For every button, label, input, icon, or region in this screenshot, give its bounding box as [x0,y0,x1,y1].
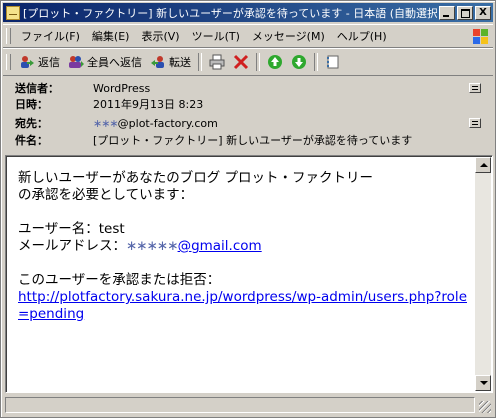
email-domain: @gmail.com [177,238,262,254]
title-bar[interactable]: [プロット・ファクトリー] 新しいユーザーが承認を待っています - 日本語 (自… [3,3,493,22]
reply-all-label: 全員へ返信 [87,56,142,69]
username-text: ユーザー名：test [18,221,125,237]
down-arrow-icon [292,55,306,69]
address-book-button[interactable] [321,52,345,72]
toolbar-separator [256,53,260,71]
reply-button[interactable]: 返信 [15,52,64,72]
subject-row: 件名： [プロット・ファクトリー] 新しいユーザーが承認を待っています [15,133,412,147]
forward-button[interactable]: 転送 [146,52,195,72]
reply-label: 返信 [38,56,60,69]
to-row: 宛先： ∗∗∗@plot-factory.com [15,116,218,131]
scroll-down-button[interactable] [475,375,491,391]
next-button[interactable] [287,52,311,72]
menu-file[interactable]: ファイル(F) [15,26,86,46]
date-row: 日時： 2011年9月13日 8:23 [15,97,203,111]
toolbar-separator [198,53,202,71]
menu-message[interactable]: メッセージ(M) [246,26,331,46]
menu-help[interactable]: ヘルプ(H) [331,26,393,46]
minimize-button[interactable] [439,5,455,20]
maximize-button[interactable] [457,5,473,20]
menu-view[interactable]: 表示(V) [135,26,185,46]
menu-tools[interactable]: ツール(T) [186,26,246,46]
print-button[interactable] [205,52,229,72]
delete-x-icon [233,54,249,70]
menu-grip[interactable] [6,28,11,44]
menu-edit[interactable]: 編集(E) [86,26,136,46]
from-value: WordPress [93,81,151,95]
previous-button[interactable] [263,52,287,72]
body-line-1: 新しいユーザーがあなたのブログ プロット・ファクトリー [18,170,374,186]
approve-text: このユーザーを承認または拒否： [18,272,221,288]
to-obscured-text: ∗∗∗ [93,116,119,130]
close-button[interactable]: X [475,5,491,20]
from-contact-icon[interactable] [469,83,481,93]
subject-label: 件名： [15,134,48,147]
printer-icon [209,54,225,70]
to-contact-icon[interactable] [469,118,481,128]
scroll-up-button[interactable] [475,157,491,173]
email-obscured-text: ∗∗∗∗∗ [126,238,179,254]
reply-all-button[interactable]: 全員へ返信 [64,52,146,72]
window-title: [プロット・ファクトリー] 新しいユーザーが承認を待っています - 日本語 (自… [23,6,437,20]
address-book-icon [327,55,339,69]
reply-all-icon [69,56,84,68]
message-headers: 送信者： WordPress 日時： 2011年9月13日 8:23 宛先： ∗… [3,76,493,154]
vertical-scrollbar[interactable] [475,157,491,391]
mail-envelope-icon [6,5,20,20]
forward-label: 転送 [169,56,191,69]
reply-icon [21,56,34,68]
windows-logo-icon [471,27,489,45]
status-bar [3,395,493,415]
toolbar-grip[interactable] [6,54,11,70]
resize-grip[interactable] [479,401,491,413]
message-text: 新しいユーザーがあなたのブログ プロット・ファクトリー の承認を必要としています… [18,170,468,340]
mail-window: [プロット・ファクトリー] 新しいユーザーが承認を待っています - 日本語 (自… [0,0,496,418]
body-line-2: の承認を必要としています： [18,187,194,203]
date-label: 日時： [15,98,48,111]
subject-value: [プロット・ファクトリー] 新しいユーザーが承認を待っています [93,134,413,147]
from-row: 送信者： WordPress [15,81,151,96]
toolbar-separator [314,53,318,71]
date-value: 2011年9月13日 8:23 [93,98,204,111]
delete-button[interactable] [229,52,253,72]
to-domain: @plot-factory.com [117,116,218,130]
up-arrow-icon [268,55,282,69]
email-label: メールアドレス： [18,238,126,254]
toolbar: 返信 全員へ返信 転送 [3,48,493,76]
message-body[interactable]: 新しいユーザーがあなたのブログ プロット・ファクトリー の承認を必要としています… [5,155,493,393]
email-link[interactable]: ∗∗∗∗∗@gmail.com [126,238,262,254]
menu-bar: ファイル(F) 編集(E) 表示(V) ツール(T) メッセージ(M) ヘルプ(… [3,24,493,48]
forward-icon [151,56,164,68]
status-panel [5,397,475,413]
from-label: 送信者： [15,82,59,95]
to-value: ∗∗∗@plot-factory.com [93,117,218,130]
approve-link[interactable]: http://plotfactory.sakura.ne.jp/wordpres… [18,289,467,322]
to-label: 宛先： [15,117,48,130]
